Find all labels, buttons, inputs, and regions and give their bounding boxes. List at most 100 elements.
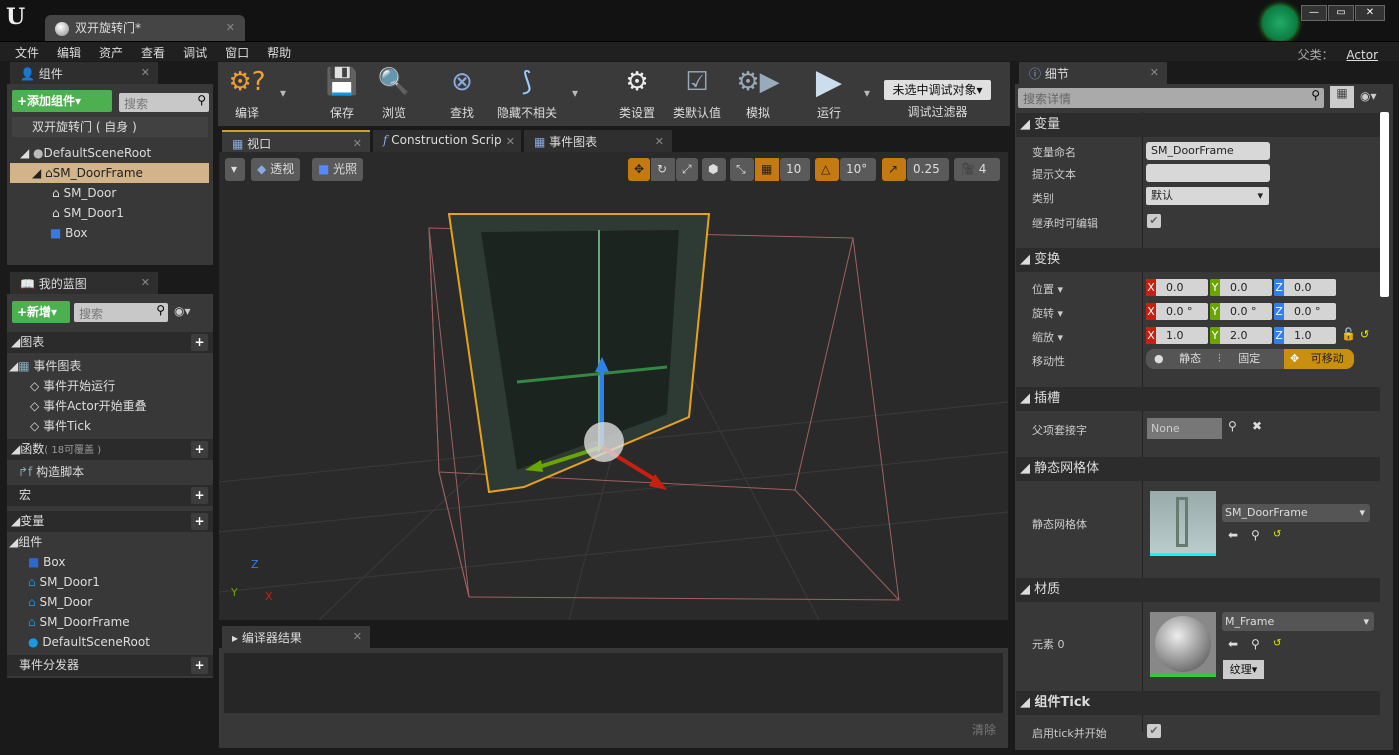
lit-button[interactable]: ■ 光照 [312, 158, 364, 181]
play-options-dropdown[interactable]: ▾ [864, 86, 870, 100]
tree-item-sm-doorframe[interactable]: ◢ ⌂SM_DoorFrame [10, 163, 209, 183]
tree-item-sm-door[interactable]: ⌂ SM_Door [52, 183, 116, 203]
compiler-results-tab[interactable]: ▸ 编译器结果 ✕ [222, 626, 370, 648]
rotation-x[interactable]: X 0.0 ° [1146, 303, 1208, 320]
section-functions[interactable]: ◢函数( 18可覆盖 ) + [7, 439, 213, 460]
event-graph-item[interactable]: ◢▦ 事件图表 [9, 356, 81, 376]
perspective-button[interactable]: ◆ 透视 [251, 158, 301, 181]
hide-unrelated-button[interactable]: ⟆ 隐藏不相关 [494, 64, 560, 121]
play-button[interactable]: ▶ 运行 [806, 62, 852, 121]
add-dispatcher-button[interactable]: + [191, 657, 208, 674]
component-var[interactable]: ■ Box [28, 552, 65, 572]
add-macro-button[interactable]: + [191, 487, 208, 504]
tree-item-defaultsceneroot[interactable]: ◢ ●DefaultSceneRoot [20, 143, 151, 163]
mobility-static[interactable]: ● 静态 [1154, 349, 1214, 369]
new-button[interactable]: +新增▾ [12, 301, 70, 323]
section-static-mesh[interactable]: ◢ 静态网格体 [1016, 457, 1380, 481]
menu-help[interactable]: 帮助 [258, 42, 300, 63]
variable-name-input[interactable]: SM_DoorFrame [1146, 142, 1270, 160]
close-icon[interactable]: ✕ [353, 137, 362, 150]
components-tab[interactable]: 👤 组件 ✕ [10, 62, 158, 84]
my-blueprint-tab[interactable]: 📖 我的蓝图 ✕ [10, 272, 158, 294]
browse-search-icon[interactable]: ⚲ [1251, 637, 1260, 651]
components-category[interactable]: ◢组件 [9, 532, 42, 552]
add-function-button[interactable]: + [191, 441, 208, 458]
section-component-tick[interactable]: ◢ 组件Tick [1016, 691, 1380, 715]
tooltip-input[interactable] [1146, 164, 1270, 182]
clear-icon[interactable]: ✖ [1252, 419, 1262, 433]
menu-view[interactable]: 查看 [132, 42, 174, 63]
lock-icon[interactable]: 🔓 [1341, 327, 1356, 341]
close-icon[interactable]: ✕ [506, 135, 515, 148]
close-icon[interactable]: ✕ [141, 66, 150, 79]
surface-snap-button[interactable]: ⤡ [730, 158, 754, 181]
component-var[interactable]: ⌂ SM_DoorFrame [28, 612, 130, 632]
static-mesh-select[interactable]: SM_DoorFrame ▾ [1222, 504, 1370, 522]
rotation-z[interactable]: Z 0.0 ° [1274, 303, 1336, 320]
camera-speed-button[interactable]: 🎥 4 [954, 158, 1000, 181]
rotation-snap-toggle[interactable]: △ [815, 158, 839, 181]
start-with-tick-checkbox[interactable]: ✔ [1147, 724, 1161, 738]
details-search-input[interactable]: 搜索详情 ⚲ [1018, 88, 1324, 108]
mobility-stationary[interactable]: ⫶ 固定 [1218, 349, 1284, 369]
component-var[interactable]: ⌂ SM_Door [28, 592, 92, 612]
parent-class-link[interactable]: Actor [1346, 48, 1378, 62]
components-search-input[interactable]: 搜索 ⚲ [119, 93, 209, 112]
section-materials[interactable]: ◢ 材质 [1016, 578, 1380, 602]
details-tab[interactable]: ⓘ 细节 ✕ [1019, 62, 1167, 84]
tree-item-box[interactable]: ■ Box [50, 223, 87, 243]
section-transform[interactable]: ◢ 变换 [1016, 248, 1380, 272]
add-graph-button[interactable]: + [191, 334, 208, 351]
compile-options-dropdown[interactable]: ▾ [280, 86, 286, 100]
use-selected-arrow-icon[interactable]: ⬅ [1228, 637, 1238, 651]
location-x[interactable]: X 0.0 [1146, 279, 1208, 296]
source-control-icon[interactable] [1262, 5, 1298, 41]
browse-search-icon[interactable]: ⚲ [1251, 528, 1260, 542]
scale-snap-value[interactable]: 0.25 [907, 158, 949, 181]
section-macros[interactable]: 宏 + [7, 485, 213, 506]
debug-object-select[interactable]: 未选中调试对象▾ [884, 80, 991, 100]
material-thumbnail[interactable] [1150, 612, 1216, 677]
save-button[interactable]: 💾 保存 [320, 64, 364, 121]
close-button[interactable]: ✕ [1355, 5, 1385, 21]
component-var[interactable]: ⌂ SM_Door1 [28, 572, 100, 592]
document-tab[interactable]: 双开旋转门* ✕ [45, 15, 245, 41]
reset-arrow-icon[interactable]: ↺ [1360, 328, 1369, 341]
tree-item-self[interactable]: 双开旋转门 ( 自身 ) [12, 117, 208, 137]
close-icon[interactable]: ✕ [141, 276, 150, 289]
tree-item-sm-door1[interactable]: ⌂ SM_Door1 [52, 203, 124, 223]
event-item[interactable]: ◇ 事件开始运行 [30, 376, 115, 396]
grid-snap-value[interactable]: 10 [780, 158, 810, 181]
textures-dropdown[interactable]: 纹理▾ [1223, 660, 1264, 679]
hide-unrelated-dropdown[interactable]: ▾ [572, 86, 578, 100]
use-selected-arrow-icon[interactable]: ⬅ [1228, 528, 1238, 542]
construction-script-item[interactable]: ↱f 构造脚本 [18, 462, 84, 482]
reset-arrow-icon[interactable]: ↺ [1273, 529, 1281, 540]
scale-x[interactable]: X 1.0 [1146, 327, 1208, 344]
maximize-button[interactable]: ▭ [1328, 5, 1354, 21]
scale-mode-button[interactable]: ⤢ [676, 158, 698, 181]
mobility-movable[interactable]: ✥ 可移动 [1284, 349, 1354, 369]
location-z[interactable]: Z 0.0 [1274, 279, 1336, 296]
menu-file[interactable]: 文件 [6, 42, 48, 63]
scale-y[interactable]: Y 2.0 [1210, 327, 1272, 344]
find-button[interactable]: ⊗ 查找 [440, 64, 484, 121]
rotate-mode-button[interactable]: ↻ [651, 158, 675, 181]
world-local-button[interactable]: ⬢ [702, 158, 726, 181]
rotation-snap-value[interactable]: 10° [840, 158, 876, 181]
category-select[interactable]: 默认 ▾ [1146, 187, 1269, 205]
section-variable[interactable]: ◢ 变量 [1016, 113, 1380, 137]
section-sockets[interactable]: ◢ 插槽 [1016, 387, 1380, 411]
scale-label[interactable]: 缩放 ▾ [1032, 329, 1063, 345]
rotation-y[interactable]: Y 0.0 ° [1210, 303, 1272, 320]
clear-button[interactable]: 清除 [972, 721, 996, 738]
scale-snap-toggle[interactable]: ↗ [882, 158, 906, 181]
compile-button[interactable]: ⚙? 编译 [225, 64, 269, 121]
grid-snap-toggle[interactable]: ▦ [755, 158, 779, 181]
viewport-options-dropdown[interactable]: ▾ [225, 158, 245, 181]
section-dispatchers[interactable]: 事件分发器 + [7, 655, 213, 676]
translate-mode-button[interactable]: ✥ [628, 158, 650, 181]
minimize-button[interactable]: — [1301, 5, 1327, 21]
add-variable-button[interactable]: + [191, 513, 208, 530]
tab-viewport[interactable]: ▦ 视口 ✕ [222, 130, 370, 152]
